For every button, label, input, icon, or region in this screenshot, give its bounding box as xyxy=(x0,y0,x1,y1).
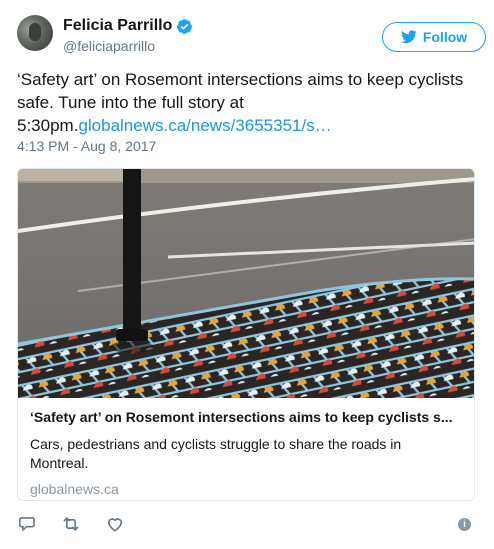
retweet-icon[interactable] xyxy=(61,514,81,534)
tweet-text: ‘Safety art’ on Rosemont intersections a… xyxy=(17,68,479,137)
tweet-header: Felicia Parrillo @feliciaparrillo Follow xyxy=(17,15,486,59)
link-card[interactable]: ‘Safety art’ on Rosemont intersections a… xyxy=(17,168,475,501)
embedded-tweet: Felicia Parrillo @feliciaparrillo Follow… xyxy=(0,0,494,549)
name-line: Felicia Parrillo xyxy=(63,17,193,35)
user-handle[interactable]: @feliciaparrillo xyxy=(63,38,155,54)
card-title: ‘Safety art’ on Rosemont intersections a… xyxy=(30,409,453,425)
user-name[interactable]: Felicia Parrillo xyxy=(63,17,172,35)
card-description: Cars, pedestrians and cyclists struggle … xyxy=(30,436,402,471)
twitter-bird-icon xyxy=(400,30,417,44)
follow-label: Follow xyxy=(422,29,468,45)
follow-button[interactable]: Follow xyxy=(382,22,486,52)
tweet-timestamp[interactable]: 4:13 PM - Aug 8, 2017 xyxy=(17,138,156,154)
tweet-link[interactable]: globalnews.ca/news/3655351/s… xyxy=(78,116,331,135)
info-icon[interactable]: i xyxy=(458,518,471,531)
action-bar: i xyxy=(17,514,477,536)
card-domain: globalnews.ca xyxy=(30,481,119,497)
avatar[interactable] xyxy=(17,15,53,51)
like-icon[interactable] xyxy=(105,514,125,534)
card-body: ‘Safety art’ on Rosemont intersections a… xyxy=(18,398,474,500)
card-image xyxy=(18,169,474,398)
verified-badge-icon xyxy=(177,18,193,34)
reply-icon[interactable] xyxy=(17,514,37,534)
